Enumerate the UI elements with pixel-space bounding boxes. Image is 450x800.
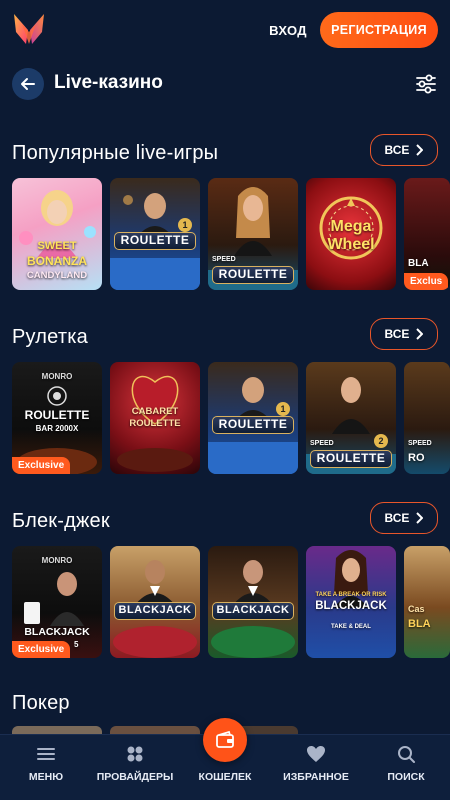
nav-label: ПРОВАЙДЕРЫ [96,771,174,783]
view-all-button[interactable]: ВСЕ [370,318,438,350]
game-prefix: Cas [408,604,425,614]
game-title: ROULETTE [114,232,196,250]
view-all-button[interactable]: ВСЕ [370,502,438,534]
game-card[interactable]: BLACKJACK [208,546,298,658]
view-all-label: ВСЕ [384,511,410,525]
game-card[interactable]: SPEED ROULETTE 2 [306,362,396,474]
game-card[interactable]: Cas BLA [404,546,450,658]
heart-icon [307,746,325,762]
game-title: BLA [408,618,431,630]
view-all-button[interactable]: ВСЕ [370,134,438,166]
nav-item-menu[interactable]: МЕНЮ [16,743,76,795]
section-roulette: Рулетка ВСЕ MONRO ROULETTE BAR 2000X Exc… [0,318,450,476]
game-title: ROULETTE [310,450,392,468]
grid-icon [127,746,143,762]
chevron-right-icon [416,512,424,524]
section-title: Блек-джек [12,510,110,532]
games-carousel[interactable]: SWEET BONANZA CANDYLAND ROULETTE 1 SPEED… [12,178,450,290]
view-all-label: ВСЕ [384,143,410,157]
games-carousel[interactable]: MONRO BLACKJACK 5 Exclusive BLACKJACK BL… [12,546,450,658]
game-title: BLA [408,258,429,269]
game-title-line1: SWEET [37,240,77,252]
game-title-line2: BONANZA [27,254,87,268]
game-title: ROULETTE [212,416,294,434]
game-prefix: TAKE A BREAK OR RISK [315,592,387,598]
game-title: BLACKJACK [315,600,387,612]
section-blackjack: Блек-джек ВСЕ MONRO BLACKJACK 5 Exclusiv… [0,502,450,660]
nav-label: МЕНЮ [28,771,64,783]
game-card[interactable]: SPEED ROULETTE [208,178,298,290]
title-bar: Live-казино [0,66,450,106]
nav-label: ПОИСК [387,771,425,783]
game-title-line1: CABARET [131,406,179,417]
game-title: ROULETTE [24,408,90,422]
game-title-line1: Mega [330,218,372,235]
game-card[interactable]: SWEET BONANZA CANDYLAND [12,178,102,290]
game-title: ROULETTE [212,266,294,284]
game-card[interactable]: ROULETTE 1 [110,178,200,290]
game-subtitle: TAKE & DEAL [331,624,371,630]
game-card[interactable]: TAKE A BREAK OR RISK BLACKJACK TAKE & DE… [306,546,396,658]
menu-icon [37,748,55,760]
game-card[interactable]: Mega Wheel [306,178,396,290]
game-badge: 1 [178,218,192,232]
chevron-right-icon [416,144,424,156]
games-carousel[interactable]: MONRO ROULETTE BAR 2000X Exclusive CABAR… [12,362,450,474]
game-subtitle: BAR 2000X [35,424,79,433]
section-popular: Популярные live-игры ВСЕ SWEET BONANZA C… [0,134,450,292]
game-prefix: SPEED [212,256,236,263]
game-card[interactable]: SPEED RO [404,362,450,474]
back-button[interactable] [12,68,44,100]
game-title-line2: ROULETTE [129,418,181,429]
game-card[interactable]: ROULETTE 1 [208,362,298,474]
sliders-icon[interactable] [414,72,438,96]
exclusive-badge: Exclusive [12,457,71,474]
game-card[interactable]: BLA Exclus [404,178,450,290]
game-card[interactable]: MONRO BLACKJACK 5 Exclusive [12,546,102,658]
top-header: ВХОД РЕГИСТРАЦИЯ [0,0,450,60]
game-subtitle: 5 [74,640,79,649]
wallet-button[interactable] [203,718,247,762]
game-title: BLACKJACK [212,602,294,620]
wallet-icon [216,730,234,748]
chevron-right-icon [416,328,424,340]
game-title: BLACKJACK [114,602,196,620]
view-all-label: ВСЕ [384,327,410,341]
search-icon [398,746,415,763]
register-button[interactable]: РЕГИСТРАЦИЯ [320,12,438,48]
game-badge: 1 [276,402,290,416]
game-card[interactable]: CABARET ROULETTE [110,362,200,474]
brand-logo-icon[interactable] [12,10,46,46]
nav-item-providers[interactable]: ПРОВАЙДЕРЫ [95,743,175,795]
section-title: Популярные live-игры [12,142,219,164]
nav-label: КОШЕЛЕК [198,771,252,783]
game-card[interactable]: MONRO ROULETTE BAR 2000X Exclusive [12,362,102,474]
section-title: Покер [12,692,70,714]
nav-item-search[interactable]: ПОИСК [376,743,436,795]
game-badge: 2 [374,434,388,448]
game-title-line3: CANDYLAND [26,270,88,281]
game-title-line2: Wheel [327,236,375,253]
arrow-left-icon [21,78,35,90]
page-title: Live-казино [54,72,163,93]
exclusive-badge: Exclus [404,273,449,290]
exclusive-badge: Exclusive [12,641,71,658]
section-title: Рулетка [12,326,88,348]
game-card[interactable]: BLACKJACK [110,546,200,658]
game-prefix: SPEED [408,440,432,447]
nav-item-favorites[interactable]: ИЗБРАННОЕ [278,743,354,795]
game-title: RO [408,452,425,464]
game-title: BLACKJACK [24,626,90,638]
login-button[interactable]: ВХОД [258,14,318,48]
nav-label: ИЗБРАННОЕ [283,771,349,783]
